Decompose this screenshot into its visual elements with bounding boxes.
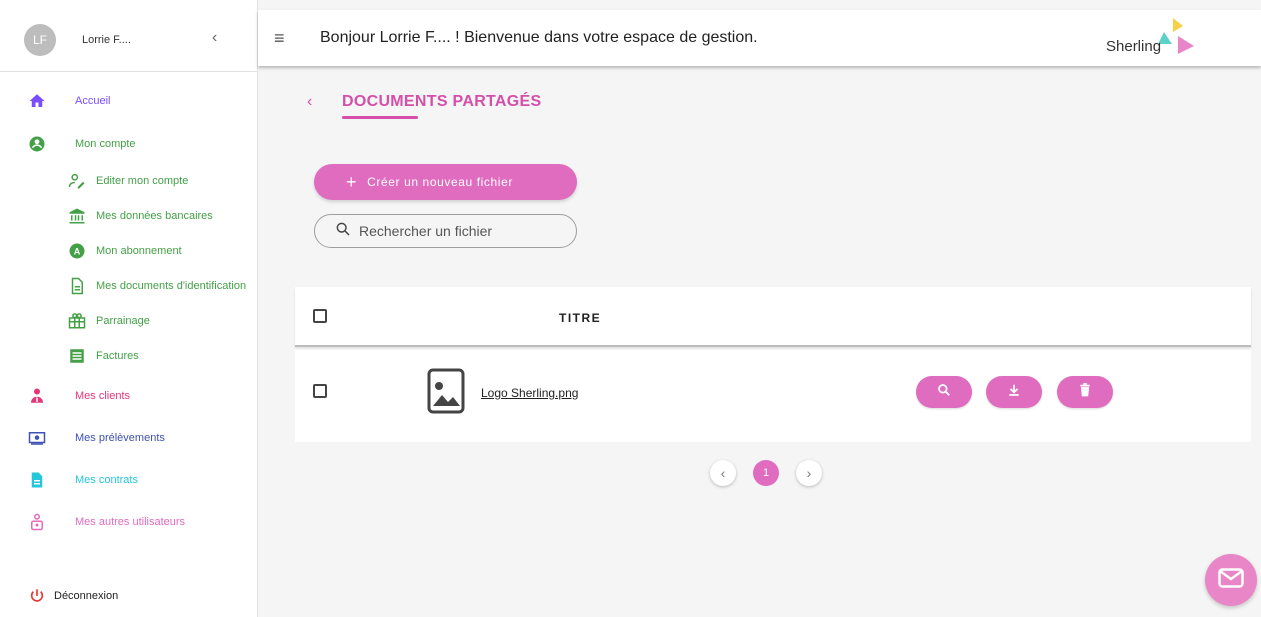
greeting-text: Bonjour Lorrie F.... ! Bienvenue dans vo…	[320, 29, 758, 46]
sidebar-item-label: Factures	[96, 350, 139, 362]
file-link[interactable]: Logo Sherling.png	[481, 386, 578, 400]
page-button[interactable]: 1	[753, 460, 779, 486]
table-header: TITRE	[295, 287, 1251, 347]
home-icon	[28, 92, 46, 110]
select-all-checkbox[interactable]	[313, 309, 327, 323]
sidebar-item-label: Mes prélèvements	[75, 432, 165, 444]
delete-icon	[1079, 382, 1091, 402]
document-icon	[68, 277, 86, 295]
top-bar: ≡ Bonjour Lorrie F.... ! Bienvenue dans …	[258, 10, 1261, 66]
sidebar-item-label: Mes contrats	[75, 474, 138, 486]
sidebar-item-label: Editer mon compte	[96, 175, 189, 187]
sidebar-item-label: Mes clients	[75, 390, 131, 402]
money-icon	[28, 429, 46, 447]
sidebar-item-documents-identification[interactable]: Mes documents d'identification	[0, 271, 258, 301]
logo-text: Sherling	[1106, 38, 1162, 55]
delete-file-button[interactable]	[1057, 376, 1113, 408]
account-circle-icon	[28, 135, 46, 153]
sidebar-header: LF Lorrie F.... ‹	[0, 10, 258, 72]
mail-icon	[1218, 567, 1244, 593]
user-name: Lorrie F....	[82, 34, 131, 46]
sidebar-item-mes-prelevements[interactable]: Mes prélèvements	[0, 423, 258, 453]
invoice-icon	[68, 347, 86, 365]
chevron-right-icon: ›	[806, 465, 812, 481]
sidebar-item-label: Mes documents d'identification	[96, 280, 247, 292]
chevron-left-icon[interactable]: ‹	[212, 29, 217, 47]
search-icon	[937, 383, 951, 402]
table-row: Logo Sherling.png	[295, 352, 1251, 442]
logout-label: Déconnexion	[54, 590, 119, 602]
image-file-icon	[427, 368, 465, 414]
back-chevron-icon[interactable]: ‹	[307, 93, 312, 111]
page-title: DOCUMENTS PARTAGÉS	[342, 93, 542, 110]
avatar[interactable]: LF	[24, 24, 56, 56]
sidebar-item-label: Mes données bancaires	[96, 210, 213, 222]
sidebar-item-factures[interactable]: Factures	[0, 341, 258, 371]
title-underline	[342, 116, 418, 119]
users-icon	[28, 513, 46, 531]
row-checkbox[interactable]	[313, 384, 327, 398]
hamburger-menu-icon[interactable]: ≡	[274, 28, 285, 49]
create-file-label: Créer un nouveau fichier	[367, 175, 513, 189]
bank-icon	[68, 207, 86, 225]
sidebar-item-abonnement[interactable]: A Mon abonnement	[0, 236, 258, 266]
sidebar-item-mon-compte[interactable]: Mon compte	[0, 129, 258, 159]
column-title: TITRE	[559, 311, 602, 325]
search-icon	[335, 221, 351, 242]
view-file-button[interactable]	[916, 376, 972, 408]
sidebar-item-label: Accueil	[75, 95, 111, 107]
sidebar-item-donnees-bancaires[interactable]: Mes données bancaires	[0, 201, 258, 231]
sidebar-item-label: Mes autres utilisateurs	[75, 516, 186, 528]
sidebar-item-label: Parrainage	[96, 315, 150, 327]
power-icon	[28, 587, 46, 605]
chevron-left-icon: ‹	[720, 465, 726, 481]
sidebar-item-editer-compte[interactable]: Editer mon compte	[0, 166, 258, 196]
download-file-button[interactable]	[986, 376, 1042, 408]
sidebar-item-accueil[interactable]: Accueil	[0, 86, 258, 116]
plus-icon: +	[346, 172, 358, 192]
previous-page-button[interactable]: ‹	[710, 460, 736, 486]
sherling-logo: Sherling	[1106, 16, 1201, 60]
create-file-button[interactable]: + Créer un nouveau fichier	[314, 164, 577, 200]
edit-account-icon	[68, 172, 86, 190]
subscription-icon: A	[68, 242, 86, 260]
download-icon	[1007, 383, 1021, 402]
next-page-button[interactable]: ›	[796, 460, 822, 486]
contract-icon	[28, 471, 46, 489]
svg-text:A: A	[74, 246, 81, 256]
sidebar-item-parrainage[interactable]: Parrainage	[0, 306, 258, 336]
files-table: TITRE Logo Sherling.png	[295, 287, 1251, 442]
gift-icon	[68, 312, 86, 330]
sidebar-item-mes-contrats[interactable]: Mes contrats	[0, 465, 258, 495]
sidebar-item-label: Mon compte	[75, 138, 136, 150]
search-box[interactable]	[314, 214, 577, 248]
clients-icon	[28, 387, 46, 405]
sidebar-item-mes-clients[interactable]: Mes clients	[0, 381, 258, 411]
sidebar-item-autres-utilisateurs[interactable]: Mes autres utilisateurs	[0, 507, 258, 537]
contact-button[interactable]	[1205, 554, 1257, 606]
logout-button[interactable]: Déconnexion	[0, 581, 258, 611]
sidebar: LF Lorrie F.... ‹ Accueil Mon compte Edi…	[0, 0, 258, 617]
sidebar-item-label: Mon abonnement	[96, 245, 182, 257]
search-input[interactable]	[359, 223, 559, 239]
